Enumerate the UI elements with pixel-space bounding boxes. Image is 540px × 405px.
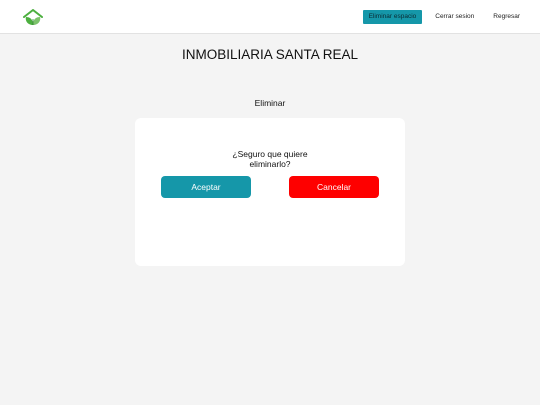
page-title: INMOBILIARIA SANTA REAL — [181, 47, 359, 62]
nav-delete-space-link[interactable]: Eliminar espacio — [362, 10, 423, 24]
cancel-button[interactable]: Cancelar — [289, 176, 379, 198]
top-navbar: Eliminar espacio Cerrar sesion Regresar — [0, 0, 540, 34]
confirm-delete-card: ¿Seguro que quiere eliminarlo? Aceptar C… — [135, 118, 405, 266]
nav-logout-link[interactable]: Cerrar sesion — [429, 10, 480, 24]
nav-menu: Eliminar espacio Cerrar sesion Regresar — [356, 10, 526, 24]
confirm-question: ¿Seguro que quiere eliminarlo? — [232, 149, 308, 169]
page-subtitle: Eliminar — [254, 98, 286, 108]
accept-button[interactable]: Aceptar — [161, 176, 251, 198]
house-leaf-icon[interactable] — [22, 9, 44, 27]
nav-back-link[interactable]: Regresar — [487, 10, 526, 24]
